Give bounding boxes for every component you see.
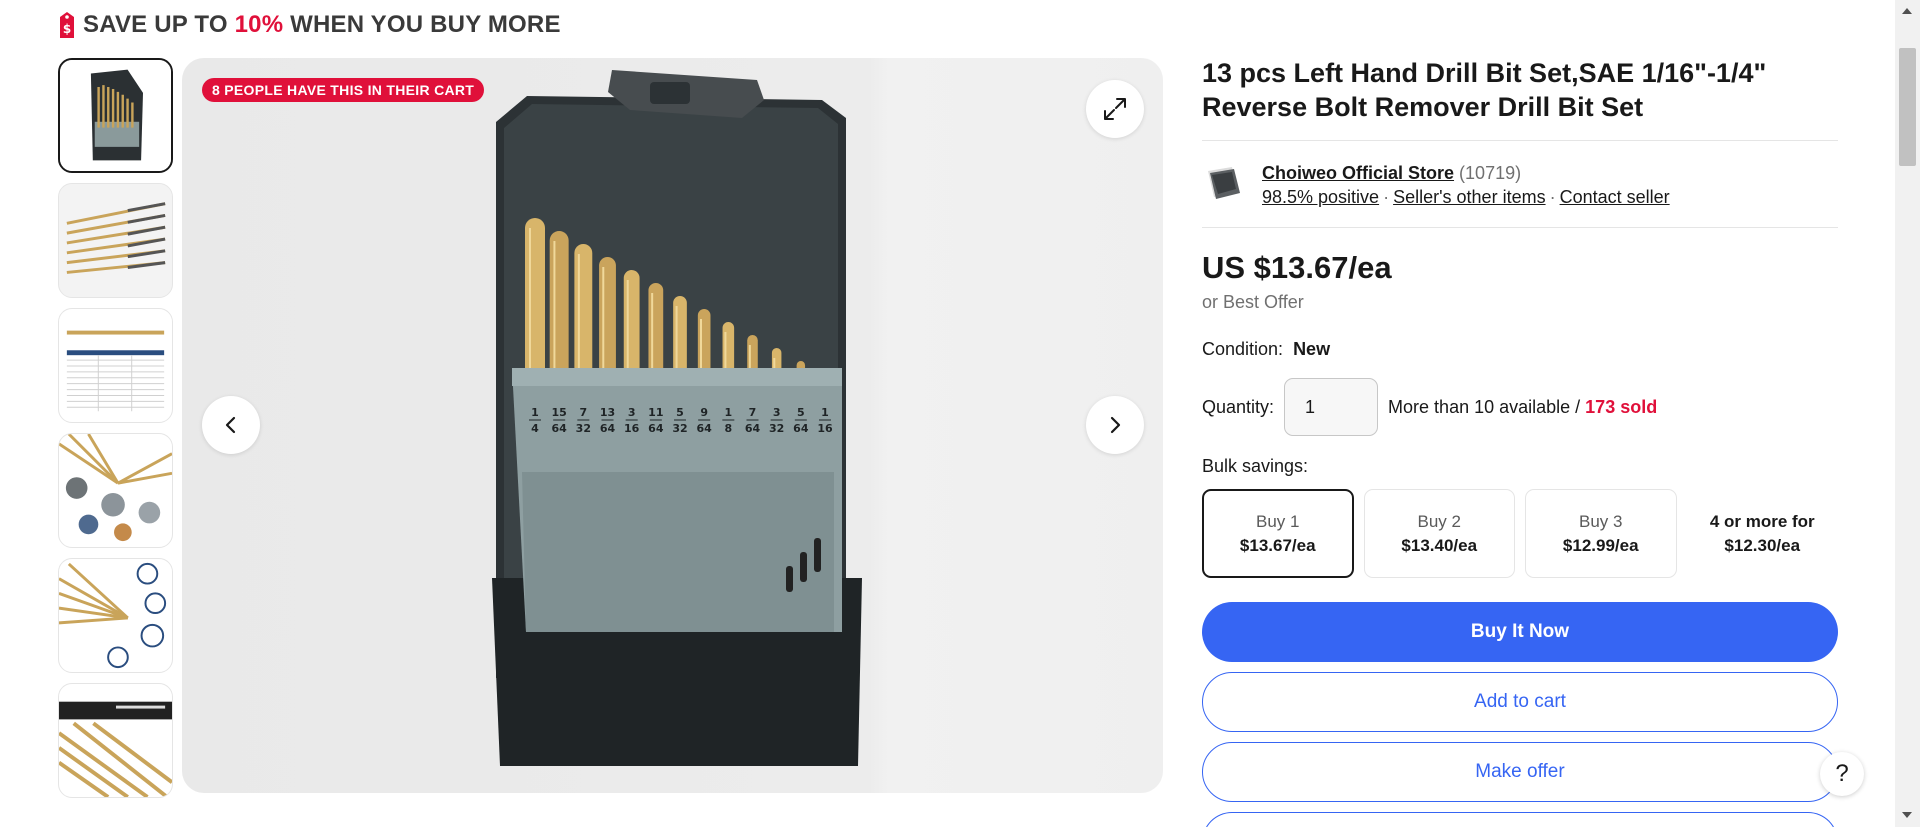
drill-size-numerator: 3 — [773, 406, 781, 419]
condition-label: Condition: — [1202, 339, 1284, 359]
drill-size-numerator: 11 — [648, 406, 663, 419]
seller-info: Choiweo Official Store (10719) 98.5% pos… — [1202, 161, 1838, 209]
materials-thumbnail-image — [59, 559, 172, 672]
contact-seller-link[interactable]: Contact seller — [1560, 187, 1670, 207]
svg-text:$: $ — [63, 22, 71, 36]
drill-size-numerator: 13 — [600, 406, 615, 419]
drill-size-numerator: 7 — [580, 406, 588, 419]
product-title: 13 pcs Left Hand Drill Bit Set,SAE 1/16"… — [1202, 58, 1767, 122]
quantity-label: Quantity: — [1202, 396, 1275, 417]
main-product-image[interactable]: 1 4 15 64 7 32 13 64 3 16 11 64 5 32 9 64 1 8 7 64 3 32 5 64 1 16… — [182, 58, 1163, 793]
thumbnail-strip — [58, 58, 174, 808]
drill-size-denominator: 8 — [725, 422, 733, 435]
product-info-panel: 13 pcs Left Hand Drill Bit Set,SAE 1/16"… — [1202, 56, 1838, 827]
bulk-option-buy-4-plus[interactable]: 4 or more for $12.30/ea — [1687, 489, 1839, 578]
make-offer-button[interactable]: Make offer — [1202, 742, 1838, 802]
drill-size-numerator: 7 — [749, 406, 757, 419]
quality-construction-thumbnail-image — [59, 684, 172, 797]
thumbnail-1[interactable] — [58, 58, 173, 173]
chevron-left-icon — [225, 416, 236, 434]
sold-count: 173 sold — [1585, 396, 1658, 417]
drill-case-thumbnail-image — [60, 60, 171, 171]
chevron-right-icon — [1110, 416, 1121, 434]
expand-icon — [1104, 98, 1126, 120]
drill-size-denominator: 64 — [552, 422, 568, 435]
seller-other-items-link[interactable]: Seller's other items — [1393, 187, 1546, 207]
drill-size-denominator: 64 — [648, 422, 664, 435]
thumbnail-5[interactable] — [58, 558, 173, 673]
watchlist-button-partial[interactable] — [1202, 812, 1838, 827]
drill-size-denominator: 64 — [793, 422, 809, 435]
divider — [1202, 227, 1838, 228]
drill-size-denominator: 32 — [576, 422, 591, 435]
drill-size-numerator: 3 — [628, 406, 636, 419]
applications-thumbnail-image — [59, 434, 172, 547]
quantity-row: Quantity: More than 10 available / 173 s… — [1202, 378, 1838, 436]
condition-row: Condition: New — [1202, 339, 1838, 360]
price-tag-icon: $ — [60, 12, 74, 38]
drill-size-denominator: 32 — [672, 422, 687, 435]
drill-size-numerator: 15 — [552, 406, 567, 419]
drill-size-numerator: 5 — [797, 406, 805, 419]
seller-feedback-count: (10719) — [1459, 163, 1522, 183]
scrollbar-thumb[interactable] — [1899, 48, 1916, 166]
drill-size-denominator: 16 — [817, 422, 833, 435]
thumbnail-4[interactable] — [58, 433, 173, 548]
expand-image-button[interactable] — [1086, 80, 1144, 138]
drill-size-denominator: 64 — [745, 422, 761, 435]
thumbnail-6[interactable] — [58, 683, 173, 798]
buy-it-now-button[interactable]: Buy It Now — [1202, 602, 1838, 662]
best-offer-text: or Best Offer — [1202, 292, 1304, 312]
scroll-up-arrow-icon[interactable] — [1902, 8, 1912, 14]
availability-text: More than 10 available / — [1388, 396, 1581, 417]
drill-size-numerator: 1 — [725, 406, 733, 419]
promo-text: SAVE UP TO 10% WHEN YOU BUY MORE — [83, 11, 561, 38]
promo-percent: 10% — [234, 11, 284, 38]
drill-size-numerator: 1 — [531, 406, 539, 419]
next-image-button[interactable] — [1086, 396, 1144, 454]
seller-positive-link[interactable]: 98.5% positive — [1262, 187, 1379, 207]
drill-size-numerator: 9 — [700, 406, 708, 419]
drill-size-denominator: 4 — [531, 422, 539, 435]
cart-count-badge: 8 PEOPLE HAVE THIS IN THEIR CART — [202, 78, 485, 102]
drill-size-numerator: 5 — [676, 406, 684, 419]
thumbnail-2[interactable] — [58, 183, 173, 298]
condition-value: New — [1293, 339, 1331, 359]
bulk-savings-label: Bulk savings: — [1202, 456, 1309, 476]
promo-banner: $ SAVE UP TO 10% WHEN YOU BUY MORE — [57, 8, 561, 42]
drill-size-denominator: 32 — [769, 422, 784, 435]
page-scrollbar[interactable] — [1895, 0, 1920, 827]
drill-size-numerator: 1 — [821, 406, 829, 419]
seller-name-link[interactable]: Choiweo Official Store — [1262, 163, 1454, 183]
previous-image-button[interactable] — [202, 396, 260, 454]
bulk-option-buy-3[interactable]: Buy 3 $12.99/ea — [1525, 489, 1677, 578]
quantity-input[interactable] — [1284, 378, 1379, 436]
thumbnail-3[interactable] — [58, 308, 173, 423]
drill-size-denominator: 64 — [697, 422, 713, 435]
drill-bit-set-image: 1 4 15 64 7 32 13 64 3 16 11 64 5 32 9 64 1 8 7 64 3 32 5 64 1 16 — [492, 70, 862, 766]
scroll-down-arrow-icon[interactable] — [1902, 812, 1912, 818]
bulk-option-buy-2[interactable]: Buy 2 $13.40/ea — [1363, 489, 1515, 578]
drill-bits-fan-thumbnail-image — [59, 184, 172, 297]
help-button[interactable]: ? — [1820, 752, 1864, 796]
drill-size-denominator: 64 — [600, 422, 616, 435]
add-to-cart-button[interactable]: Add to cart — [1202, 672, 1838, 732]
drill-size-denominator: 16 — [624, 422, 640, 435]
seller-logo-icon[interactable] — [1202, 161, 1244, 203]
divider — [1202, 140, 1838, 141]
bulk-savings-options: Buy 1 $13.67/ea Buy 2 $13.40/ea Buy 3 $1… — [1202, 489, 1838, 578]
item-price: US $13.67/ea — [1202, 250, 1392, 285]
size-chart-thumbnail-image — [59, 309, 172, 422]
product-page: $ SAVE UP TO 10% WHEN YOU BUY MORE 1 4 1… — [0, 0, 1920, 827]
bulk-option-buy-1[interactable]: Buy 1 $13.67/ea — [1202, 489, 1354, 578]
